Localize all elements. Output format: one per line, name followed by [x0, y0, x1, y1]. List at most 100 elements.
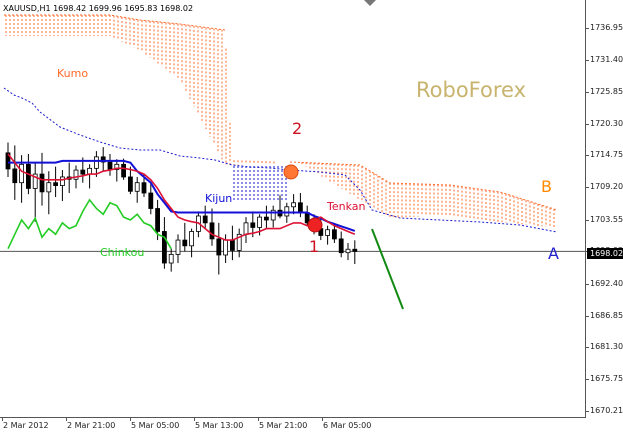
candle: [243, 217, 249, 243]
candle: [189, 228, 195, 258]
candle: [325, 225, 331, 245]
kijun-line: [8, 159, 356, 232]
ichimoku-lines: [7, 153, 356, 250]
candle: [60, 170, 65, 202]
point-1-label: 1: [309, 237, 320, 256]
price-tick-label: 1692.40: [590, 278, 623, 288]
signal-marker-red: [307, 217, 323, 233]
candle-body: [19, 163, 25, 184]
shift-marker-icon[interactable]: [364, 0, 376, 6]
candle-body: [291, 202, 297, 208]
price-tick-label: 1714.75: [590, 150, 623, 160]
point-b-label: B: [541, 177, 552, 196]
candle: [32, 162, 38, 222]
candle-body: [257, 216, 263, 228]
price-tick-label: 1731.40: [590, 54, 623, 64]
forecast-line: [371, 228, 404, 310]
price-tick-mark: [586, 59, 589, 61]
time-tick-label: 5 Mar 13:00: [195, 421, 244, 430]
time-tick-label: 5 Mar 05:00: [131, 421, 180, 430]
time-tick-label: 2 Mar 2012: [3, 421, 49, 430]
price-tick-mark: [586, 283, 589, 285]
price-tick-label: 1675.75: [590, 374, 623, 384]
candle-body: [209, 222, 215, 240]
candle-body: [134, 182, 140, 192]
kijun-label: Kijun: [205, 192, 233, 205]
signal-markers: [283, 164, 323, 233]
candle-body: [127, 176, 133, 192]
price-tick-label: 1725.85: [590, 86, 623, 96]
signal-marker-orange: [283, 164, 299, 180]
candle: [12, 145, 18, 200]
candle: [182, 222, 188, 252]
candle: [100, 147, 106, 172]
price-tick-mark: [586, 155, 589, 157]
price-tick-label: 1720.30: [590, 118, 623, 128]
candle: [46, 171, 52, 215]
candle: [127, 166, 133, 195]
candle: [229, 225, 235, 261]
candle: [263, 205, 269, 229]
chinkou-label: Chinkou: [100, 246, 145, 259]
price-tick-label: 1703.55: [590, 214, 623, 224]
candle: [53, 166, 58, 198]
forecast-arrow: [371, 228, 404, 310]
candle-body: [25, 163, 31, 189]
candle-body: [297, 202, 303, 213]
candle: [297, 193, 303, 218]
price-tick-mark: [586, 411, 589, 412]
candle: [107, 154, 113, 176]
candle: [114, 159, 120, 182]
candle-body: [263, 216, 269, 221]
candle-body: [229, 239, 235, 251]
price-tick-mark: [586, 28, 589, 30]
candle-body: [243, 222, 249, 235]
plot-area[interactable]: XAUUSD,H1 1698.42 1699.96 1695.83 1698.0…: [0, 0, 586, 418]
candle-body: [148, 192, 154, 209]
candle: [209, 208, 215, 246]
candle: [270, 205, 276, 228]
candle: [148, 182, 154, 215]
candle: [352, 240, 358, 264]
point-2-label: 2: [292, 119, 303, 138]
candle: [345, 242, 351, 261]
point-a-label: A: [548, 244, 559, 263]
candle: [338, 231, 344, 258]
tenkan-label: Tenkan: [327, 200, 366, 213]
candle-body: [46, 182, 52, 193]
candle-body: [284, 206, 290, 217]
candle-body: [60, 176, 65, 186]
price-tick-mark: [586, 219, 589, 221]
candle-body: [12, 168, 18, 184]
candle: [216, 222, 222, 275]
candle-body: [331, 229, 337, 240]
candle-body: [352, 248, 358, 252]
time-tick-label: 2 Mar 21:00: [67, 421, 116, 430]
candle-body: [325, 229, 331, 236]
candle: [277, 195, 283, 219]
candle-body: [168, 254, 174, 264]
price-tick-label: 1670.21: [590, 406, 623, 415]
candle-body: [141, 182, 147, 194]
candle: [134, 176, 140, 203]
candle-body: [338, 238, 344, 254]
candle-body: [175, 239, 181, 255]
chinkou-line: [7, 198, 172, 250]
current-price-badge: 1698.02: [587, 248, 623, 259]
candle-body: [94, 156, 99, 169]
kumo-label: Kumo: [57, 67, 89, 80]
candle-body: [53, 182, 58, 186]
time-tick-label: 6 Mar 05:00: [323, 421, 372, 430]
candle-body: [202, 215, 208, 224]
price-tick-label: 1681.30: [590, 342, 623, 352]
candle-body: [39, 173, 45, 193]
candle: [161, 217, 167, 269]
candle-body: [250, 222, 256, 228]
price-tick-label: 1709.20: [590, 182, 623, 192]
candle-body: [87, 167, 92, 175]
time-axis[interactable]: 2 Mar 2012 2 Mar 21:00 5 Mar 05:00 5 Mar 13…: [0, 418, 586, 434]
candle: [202, 205, 208, 229]
price-tick-mark: [586, 347, 589, 349]
price-axis[interactable]: 1736.95 1731.40 1725.85 1720.30 1714.75 1709.…: [586, 0, 623, 418]
price-tick-mark: [586, 187, 589, 189]
